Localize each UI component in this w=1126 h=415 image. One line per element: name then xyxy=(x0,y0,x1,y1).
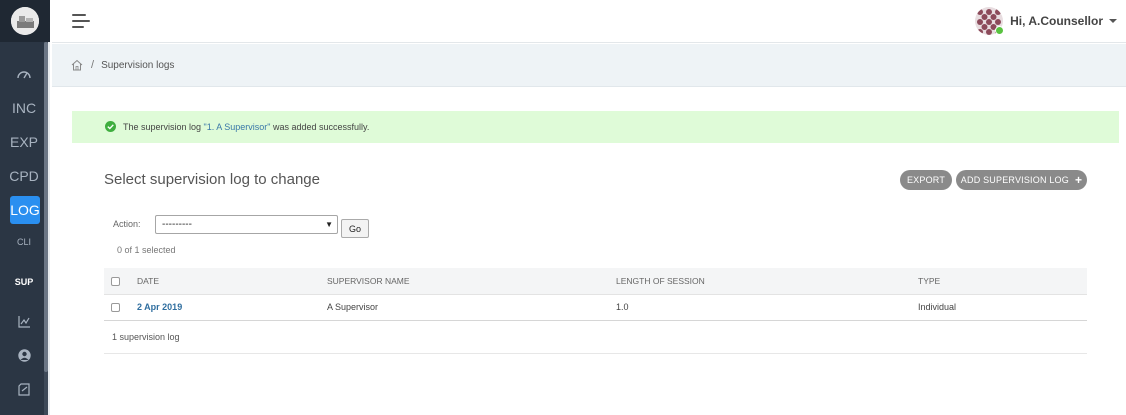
user-greeting[interactable]: Hi, A.Counsellor xyxy=(1010,14,1103,28)
action-label: Action: xyxy=(113,219,141,229)
sidebar-item-inc[interactable]: INC xyxy=(0,98,48,118)
export-button-label: EXPORT xyxy=(906,175,946,185)
chart-icon xyxy=(17,316,30,328)
breadcrumb-separator: / xyxy=(91,59,95,71)
row-supervisor: A Supervisor xyxy=(327,302,379,312)
selected-count: 0 of 1 selected xyxy=(117,245,176,255)
brand[interactable] xyxy=(0,0,50,42)
column-header-date[interactable]: Date xyxy=(134,268,327,295)
sidebar: INC EXP CPD LOG CLI SUP xyxy=(0,0,50,415)
user-circle-icon xyxy=(17,348,31,362)
row-checkbox[interactable] xyxy=(111,303,120,313)
sidebar-item-reports[interactable] xyxy=(0,314,48,330)
user-menu[interactable]: Hi, A.Counsellor xyxy=(975,7,1117,35)
result-count: 1 supervision log xyxy=(112,332,180,342)
sidebar-item-profile[interactable] xyxy=(0,347,48,363)
column-header-type[interactable]: Type xyxy=(918,268,1087,295)
go-button[interactable]: Go xyxy=(341,219,369,238)
top-bar: Hi, A.Counsellor xyxy=(52,0,1126,43)
home-icon[interactable] xyxy=(71,59,83,71)
sidebar-item-log[interactable]: LOG xyxy=(10,196,40,224)
avatar[interactable] xyxy=(975,7,1005,35)
table-row: 2 Apr 2019 A Supervisor 1.0 Individual xyxy=(104,294,1087,320)
success-message-prefix: The supervision log xyxy=(123,122,204,132)
row-type: Individual xyxy=(918,302,957,312)
results-table: Date Supervisor name Length of session T… xyxy=(104,268,1087,321)
row-date-cell: 2 Apr 2019 xyxy=(134,294,327,320)
export-button[interactable]: EXPORT xyxy=(900,170,952,190)
select-all-checkbox[interactable] xyxy=(111,276,120,286)
column-header-length[interactable]: Length of session xyxy=(616,268,918,295)
divider xyxy=(104,353,1087,354)
row-length: 1.0 xyxy=(616,302,629,312)
sidebar-item-dashboard[interactable] xyxy=(0,64,48,84)
row-select-cell xyxy=(104,294,134,320)
success-message-suffix: was added successfully. xyxy=(270,122,370,132)
action-select[interactable]: --------- ▼ xyxy=(155,215,338,234)
add-button-label: ADD SUPERVISION LOG xyxy=(960,175,1069,185)
online-status-dot xyxy=(995,26,1005,35)
breadcrumb: / Supervision logs xyxy=(52,44,1126,87)
dropdown-arrow-icon: ▼ xyxy=(325,220,333,229)
sidebar-item-notes[interactable] xyxy=(0,381,48,397)
row-date-link[interactable]: 2 Apr 2019 xyxy=(137,302,182,312)
app-logo[interactable] xyxy=(11,7,39,35)
breadcrumb-current: Supervision logs xyxy=(101,59,175,71)
dashboard-icon xyxy=(17,71,31,79)
success-message-text: The supervision log "1. A Supervisor" wa… xyxy=(123,122,369,132)
sidebar-item-exp[interactable]: EXP xyxy=(0,132,48,152)
table-header-row: Date Supervisor name Length of session T… xyxy=(104,268,1087,295)
action-select-value: --------- xyxy=(162,219,192,230)
page-title: Select supervision log to change xyxy=(104,171,320,188)
caret-down-icon[interactable] xyxy=(1109,19,1117,23)
notes-icon xyxy=(18,382,30,396)
sidebar-item-cpd[interactable]: CPD xyxy=(0,166,48,186)
plus-icon: + xyxy=(1074,173,1083,187)
sidebar-item-cli[interactable]: CLI xyxy=(0,234,48,250)
select-all-cell xyxy=(104,268,134,295)
column-header-supervisor[interactable]: Supervisor name xyxy=(327,268,616,295)
sidebar-item-sup[interactable]: SUP xyxy=(0,274,48,290)
add-supervision-log-button[interactable]: ADD SUPERVISION LOG + xyxy=(956,170,1087,190)
logo-image xyxy=(11,7,39,35)
menu-toggle-icon[interactable] xyxy=(72,14,90,28)
check-circle-icon xyxy=(105,121,116,132)
success-message-link[interactable]: "1. A Supervisor" xyxy=(204,122,271,132)
success-message: The supervision log "1. A Supervisor" wa… xyxy=(72,111,1119,143)
